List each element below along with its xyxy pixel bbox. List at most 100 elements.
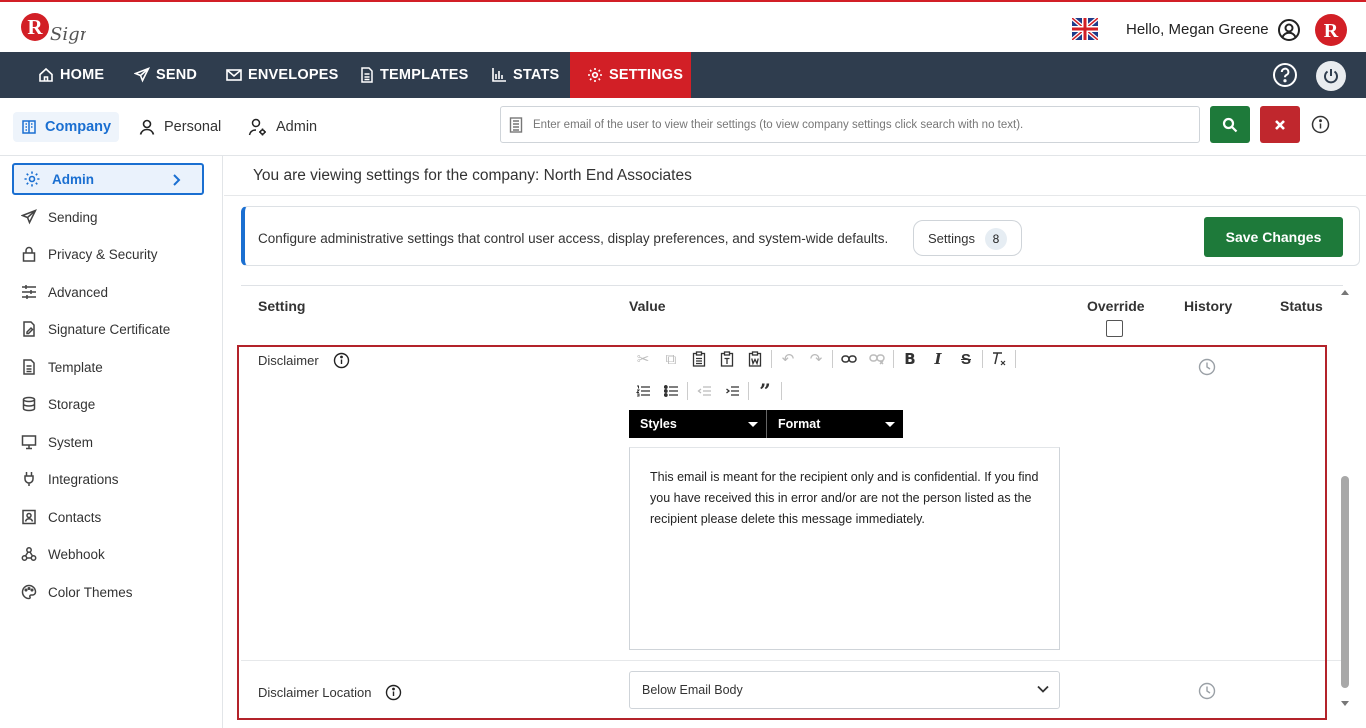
caret-down-icon xyxy=(885,422,895,427)
nav-settings[interactable]: SETTINGS xyxy=(570,52,691,98)
undo-icon[interactable]: ↶ xyxy=(774,346,802,372)
disclaimer-editor-content[interactable]: This email is meant for the recipient on… xyxy=(629,447,1060,650)
paste-icon[interactable] xyxy=(685,346,713,372)
save-changes-button[interactable]: Save Changes xyxy=(1204,217,1343,257)
sidebar-item-label: Advanced xyxy=(48,284,109,300)
nav-home[interactable]: HOME xyxy=(38,52,104,98)
sidebar-item-admin[interactable]: Admin xyxy=(12,163,204,195)
history-icon[interactable] xyxy=(1198,682,1216,700)
cut-icon[interactable]: ✂ xyxy=(629,346,657,372)
settings-count-badge: 8 xyxy=(985,228,1007,250)
gear-icon xyxy=(588,68,602,82)
bar-chart-icon xyxy=(492,68,506,82)
info-icon[interactable] xyxy=(333,352,350,369)
sidebar-item-integrations[interactable]: Integrations xyxy=(12,463,204,495)
monitor-icon xyxy=(21,435,37,450)
power-icon[interactable] xyxy=(1316,61,1346,91)
sliders-icon xyxy=(22,285,36,299)
webhook-icon xyxy=(21,547,37,561)
info-banner: Configure administrative settings that c… xyxy=(241,206,1360,266)
paste-word-icon[interactable] xyxy=(741,346,769,372)
nav-templates-label: TEMPLATES xyxy=(380,67,469,83)
sidebar-item-system[interactable]: System xyxy=(12,426,204,458)
nav-home-label: HOME xyxy=(60,67,105,83)
scroll-down-arrow-icon[interactable] xyxy=(1341,701,1349,706)
uk-flag-icon[interactable] xyxy=(1072,18,1098,40)
bold-icon[interactable]: B xyxy=(896,346,924,372)
svg-text:R: R xyxy=(27,15,43,39)
gear-icon xyxy=(24,171,40,187)
format-dropdown[interactable]: Format xyxy=(767,410,903,438)
sidebar-item-advanced[interactable]: Advanced xyxy=(12,276,204,308)
chevron-right-icon xyxy=(173,174,181,186)
setting-label-text: Disclaimer xyxy=(258,353,319,368)
remove-format-icon[interactable] xyxy=(985,346,1013,372)
envelope-icon xyxy=(226,69,242,81)
search-placeholder: Enter email of the user to view their se… xyxy=(533,118,1024,131)
settings-main: You are viewing settings for the company… xyxy=(224,156,1366,728)
nav-send[interactable]: SEND xyxy=(134,52,197,98)
column-header-status: Status xyxy=(1280,298,1323,314)
nav-stats[interactable]: STATS xyxy=(491,52,559,98)
user-email-search-input[interactable]: Enter email of the user to view their se… xyxy=(500,106,1200,143)
settings-table: Setting Value Override History Status Di… xyxy=(241,285,1343,716)
bulleted-list-icon[interactable] xyxy=(657,378,685,404)
rsign-logo[interactable]: R Sign xyxy=(20,10,86,48)
toolbar-separator xyxy=(1015,350,1016,368)
tab-personal[interactable]: Personal xyxy=(138,112,221,142)
sidebar-item-label: Storage xyxy=(48,396,96,412)
sidebar-item-signature-certificate[interactable]: Signature Certificate xyxy=(12,313,204,345)
nav-envelopes[interactable]: ENVELOPES xyxy=(226,52,338,98)
scrollbar-thumb[interactable] xyxy=(1341,476,1349,688)
sidebar-item-label: Template xyxy=(48,359,103,375)
info-icon[interactable] xyxy=(1311,115,1330,134)
history-icon[interactable] xyxy=(1198,358,1216,376)
row-divider xyxy=(241,660,1343,661)
strikethrough-icon[interactable]: S xyxy=(952,346,980,372)
sidebar-item-label: Privacy & Security xyxy=(48,246,158,262)
user-profile-icon[interactable] xyxy=(1277,18,1301,42)
sidebar-item-storage[interactable]: Storage xyxy=(12,388,204,420)
sidebar-item-sending[interactable]: Sending xyxy=(12,201,204,233)
styles-dropdown[interactable]: Styles xyxy=(629,410,767,438)
help-icon[interactable] xyxy=(1272,62,1298,88)
decrease-indent-icon[interactable] xyxy=(690,378,718,404)
search-icon xyxy=(1222,117,1238,132)
italic-icon[interactable]: I xyxy=(924,346,952,372)
tab-company[interactable]: Company xyxy=(13,112,120,142)
link-icon[interactable] xyxy=(835,346,863,372)
info-icon[interactable] xyxy=(385,684,402,701)
editor-toolbar-row-2: ” xyxy=(629,378,784,404)
redo-icon[interactable]: ↷ xyxy=(802,346,830,372)
table-scrollbar[interactable] xyxy=(1339,288,1351,710)
settings-sidebar: Admin Sending Privacy & Security Advance… xyxy=(0,156,223,728)
clear-search-button[interactable] xyxy=(1260,106,1300,143)
sidebar-item-contacts[interactable]: Contacts xyxy=(12,501,204,533)
sidebar-item-label: Integrations xyxy=(48,471,119,487)
settings-count-pill[interactable]: Settings 8 xyxy=(913,220,1022,256)
sidebar-item-privacy-security[interactable]: Privacy & Security xyxy=(12,238,204,270)
building-icon xyxy=(22,120,36,134)
paste-text-icon[interactable] xyxy=(713,346,741,372)
palette-icon xyxy=(21,584,37,600)
scroll-up-arrow-icon[interactable] xyxy=(1341,290,1349,295)
sidebar-item-template[interactable]: Template xyxy=(12,351,204,383)
sidebar-item-color-themes[interactable]: Color Themes xyxy=(12,576,204,608)
disclaimer-location-select[interactable]: Below Email Body xyxy=(629,671,1060,709)
copy-icon[interactable]: ⧉ xyxy=(657,346,685,372)
nav-stats-label: STATS xyxy=(513,67,560,83)
tab-admin[interactable]: Admin xyxy=(248,112,317,142)
unlink-icon[interactable] xyxy=(863,346,891,372)
document-icon xyxy=(361,67,373,83)
blockquote-icon[interactable]: ” xyxy=(751,378,779,404)
numbered-list-icon[interactable] xyxy=(629,378,657,404)
search-button[interactable] xyxy=(1210,106,1250,143)
nav-templates[interactable]: TEMPLATES xyxy=(360,52,469,98)
chevron-down-icon xyxy=(1037,685,1049,693)
sidebar-item-webhook[interactable]: Webhook xyxy=(12,538,204,570)
sidebar-item-label: Webhook xyxy=(48,546,105,562)
override-all-checkbox[interactable] xyxy=(1106,320,1123,337)
document-icon xyxy=(23,359,35,375)
increase-indent-icon[interactable] xyxy=(718,378,746,404)
avatar[interactable]: R xyxy=(1315,14,1347,46)
